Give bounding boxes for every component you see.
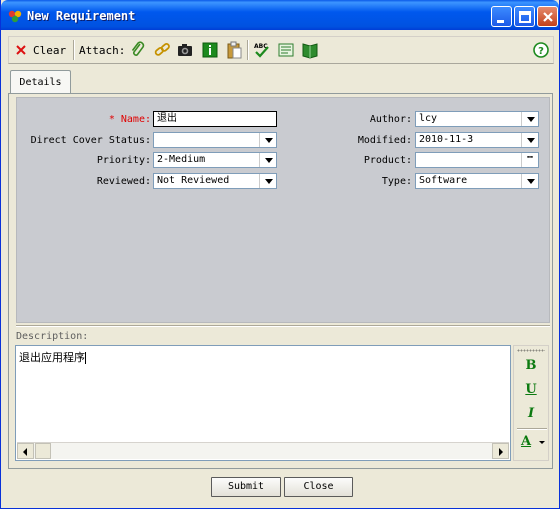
chevron-down-icon[interactable]	[259, 174, 276, 188]
form-icon[interactable]	[277, 41, 295, 59]
product-label: Product:	[363, 155, 412, 166]
direct-cover-status-select[interactable]	[153, 132, 277, 148]
title-bar[interactable]: New Requirement	[1, 0, 559, 30]
close-button[interactable]: Close	[284, 477, 353, 497]
maximize-icon	[519, 11, 531, 23]
svg-text:?: ?	[538, 46, 544, 57]
scrollbar-thumb[interactable]	[35, 443, 51, 459]
minimize-button[interactable]	[491, 6, 512, 27]
info-icon[interactable]	[201, 41, 219, 59]
description-text[interactable]: 退出应用程序	[19, 349, 86, 365]
underline-button[interactable]: U	[520, 380, 542, 400]
author-label: Author:	[369, 114, 412, 125]
modified-value: 2010-11-3	[419, 134, 474, 145]
type-select[interactable]: Software	[415, 173, 539, 189]
reviewed-select[interactable]: Not Reviewed	[153, 173, 277, 189]
priority-label: Priority:	[96, 155, 151, 166]
priority-value: 2-Medium	[157, 154, 206, 165]
type-value: Software	[419, 175, 468, 186]
clipboard-icon[interactable]	[225, 41, 243, 59]
chevron-down-icon[interactable]	[521, 174, 538, 188]
toolbar-separator	[73, 40, 75, 60]
help-icon[interactable]: ?	[532, 41, 550, 59]
name-label: * Name:	[108, 114, 151, 125]
italic-button[interactable]: I	[520, 404, 542, 424]
clear-label: Clear	[33, 43, 67, 57]
details-form: * Name: Direct Cover Status: Priority: R…	[16, 97, 550, 323]
chevron-down-icon[interactable]	[521, 133, 538, 147]
toolbar: Clear Attach: ABC ?	[8, 36, 554, 64]
chevron-down-icon[interactable]	[521, 112, 538, 126]
close-window-button[interactable]	[537, 6, 558, 27]
minimize-icon	[497, 20, 504, 23]
clear-button[interactable]: Clear	[15, 37, 66, 63]
window-title: New Requirement	[27, 9, 136, 23]
author-select[interactable]: lcy	[415, 111, 539, 127]
type-label: Type:	[381, 176, 412, 187]
formatting-toolbar: B U I A	[513, 345, 549, 461]
text-caret	[85, 352, 86, 364]
author-value: lcy	[419, 113, 438, 124]
modified-date-picker[interactable]: 2010-11-3	[415, 132, 539, 148]
priority-select[interactable]: 2-Medium	[153, 152, 277, 168]
toolbar-grip[interactable]	[517, 349, 545, 352]
chevron-down-icon[interactable]	[538, 440, 546, 446]
direct-cover-status-label: Direct Cover Status:	[30, 135, 151, 146]
description-label: Description:	[16, 331, 89, 342]
camera-icon[interactable]	[176, 41, 194, 59]
modified-label: Modified:	[357, 135, 412, 146]
close-icon	[543, 12, 553, 22]
scroll-right-icon[interactable]	[492, 443, 509, 459]
font-color-button[interactable]: A	[516, 432, 536, 452]
format-separator	[517, 428, 547, 430]
reviewed-value: Not Reviewed	[157, 175, 230, 186]
submit-button[interactable]: Submit	[211, 477, 281, 497]
description-editor[interactable]: 退出应用程序	[15, 345, 511, 461]
chevron-down-icon[interactable]	[259, 133, 276, 147]
name-input[interactable]: 退出	[153, 111, 277, 127]
horizontal-scrollbar[interactable]	[17, 442, 509, 459]
toolbar-separator	[247, 40, 249, 60]
splitter[interactable]	[16, 325, 550, 327]
attach-label: Attach:	[79, 43, 126, 57]
scroll-left-icon[interactable]	[17, 443, 34, 459]
maximize-button[interactable]	[514, 6, 535, 27]
reviewed-label: Reviewed:	[96, 176, 151, 187]
book-icon[interactable]	[301, 41, 319, 59]
product-picker[interactable]: ⋯	[415, 152, 539, 168]
chevron-down-icon[interactable]	[259, 153, 276, 167]
ellipsis-icon[interactable]: ⋯	[521, 153, 538, 167]
bold-button[interactable]: B	[520, 356, 542, 376]
spellcheck-icon[interactable]: ABC	[253, 41, 271, 59]
paperclip-icon[interactable]	[129, 41, 147, 59]
tab-details[interactable]: Details	[10, 70, 71, 94]
new-requirement-window: New Requirement Clear Attach: ABC ? Deta…	[0, 0, 560, 509]
clear-x-icon	[16, 45, 26, 55]
app-icon	[8, 10, 22, 23]
link-icon[interactable]	[153, 41, 171, 59]
